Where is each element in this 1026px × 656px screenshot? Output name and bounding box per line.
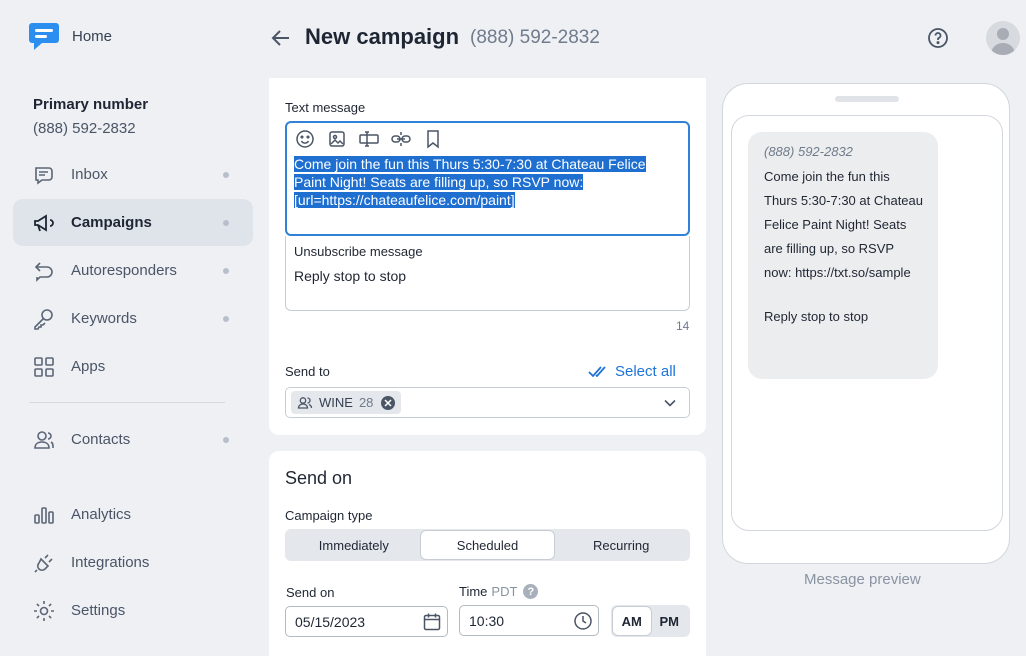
preview-unsubscribe: Reply stop to stop [764,309,869,324]
sidebar-item-label: Analytics [71,506,132,523]
campaign-type-selector: Immediately Scheduled Recurring [285,529,690,561]
send-on-date-label: Send on [286,585,335,600]
status-dot [223,436,229,443]
home-label: Home [72,27,113,45]
logo-icon [29,23,59,50]
send-to-select[interactable]: WINE 28 [285,387,690,418]
user-icon [991,28,1015,55]
remove-chip-icon[interactable] [381,395,396,410]
send-on-title: Send on [285,468,353,488]
chip-name: WINE [319,395,353,410]
editor-toolbar [294,128,444,150]
sidebar-item-inbox[interactable]: Inbox [13,151,253,198]
chevron-down-icon[interactable] [663,396,677,410]
bar-chart-icon [32,503,56,527]
unsubscribe-box[interactable]: Unsubscribe message Reply stop to stop [285,236,690,311]
status-dot [223,315,229,322]
sidebar-item-campaigns[interactable]: Campaigns [13,199,253,246]
sidebar-item-analytics[interactable]: Analytics [13,491,253,538]
time-value: 10:30 [469,612,505,629]
am-button[interactable]: AM [613,607,651,635]
sidebar-divider [29,402,225,403]
contacts-icon [32,428,56,452]
sidebar-item-label: Autoresponders [71,262,177,279]
status-dot [223,219,229,226]
home-link[interactable]: Home [28,20,112,52]
sidebar-item-label: Settings [71,602,126,619]
group-icon [297,396,313,409]
bookmark-icon[interactable] [422,128,444,150]
help-icon[interactable] [927,27,949,49]
plug-icon [32,551,56,575]
primary-number-value: (888) 592-2832 [33,120,136,137]
sidebar-item-label: Inbox [71,166,108,183]
sidebar-item-label: Apps [71,358,106,375]
date-input[interactable]: 05/15/2023 [285,606,448,637]
double-check-icon [588,365,606,377]
select-all-button[interactable]: Select all [588,363,676,380]
gear-icon [32,599,56,623]
image-icon[interactable] [326,128,348,150]
sidebar-item-integrations[interactable]: Integrations [13,539,253,586]
sidebar-item-autoresponders[interactable]: Autoresponders [13,247,253,294]
date-value: 05/15/2023 [295,613,366,630]
phone-speaker [835,96,899,102]
sidebar-item-label: Keywords [71,310,137,327]
sidebar: Home Primary number (888) 592-2832 Inbox… [0,0,268,656]
phone-screen: (888) 592-2832 Come join the fun this Th… [731,115,1003,531]
time-input[interactable]: 10:30 [459,605,599,636]
preview-number: (888) 592-2832 [764,144,853,159]
page-subtitle: (888) 592-2832 [470,27,600,48]
sidebar-item-settings[interactable]: Settings [13,587,253,634]
send-to-label: Send to [285,364,330,379]
status-dot [223,267,229,274]
phone-preview: (888) 592-2832 Come join the fun this Th… [722,83,1010,564]
text-message-label: Text message [285,100,366,115]
autoresponder-icon [32,259,56,283]
sidebar-item-label: Contacts [71,431,131,448]
unsubscribe-title: Unsubscribe message [294,244,423,259]
inbox-icon [32,163,56,187]
primary-number-block: Primary number (888) 592-2832 [33,96,148,137]
sidebar-item-contacts[interactable]: Contacts [13,416,253,463]
avatar[interactable] [986,21,1020,55]
group-chip[interactable]: WINE 28 [291,391,402,414]
key-icon [32,307,56,331]
apps-grid-icon [32,355,56,379]
status-dot [223,171,229,178]
time-label: Time [459,584,488,599]
message-preview-label: Message preview [804,571,921,588]
sidebar-item-label: Campaigns [71,214,152,231]
time-label-row: Time PDT ? [459,584,539,599]
campaign-type-label: Campaign type [285,508,373,523]
selected-message-text: Come join the fun this Thurs 5:30-7:30 a… [294,156,646,208]
type-scheduled-button[interactable]: Scheduled [420,531,555,559]
select-all-label: Select all [615,363,676,380]
sidebar-item-keywords[interactable]: Keywords [13,295,253,342]
clock-icon[interactable] [573,611,593,631]
am-pm-toggle: AM PM [611,605,690,637]
sidebar-item-apps[interactable]: Apps [13,343,253,390]
emoji-icon[interactable] [294,128,316,150]
primary-number-title: Primary number [33,96,149,113]
pm-button[interactable]: PM [651,607,689,635]
help-icon[interactable]: ? [523,584,539,599]
message-bubble: (888) 592-2832 Come join the fun this Th… [748,132,938,379]
chip-count: 28 [358,395,374,410]
type-recurring-button[interactable]: Recurring [554,531,688,559]
calendar-icon[interactable] [422,612,442,632]
character-count: 14 [676,319,690,333]
back-arrow-icon[interactable] [270,27,292,49]
sidebar-item-label: Integrations [71,554,150,571]
page-title: New campaign [305,24,460,49]
preview-text: Come join the fun this Thurs 5:30-7:30 a… [764,169,923,280]
timezone-label: PDT [491,584,518,599]
text-message-editor[interactable]: Come join the fun this Thurs 5:30-7:30 a… [285,121,690,236]
megaphone-icon [32,211,56,235]
text-message-content[interactable]: Come join the fun this Thurs 5:30-7:30 a… [294,155,674,209]
text-field-icon[interactable] [358,128,380,150]
type-immediately-button[interactable]: Immediately [287,531,421,559]
unsubscribe-text: Reply stop to stop [294,268,407,284]
link-icon[interactable] [390,128,412,150]
